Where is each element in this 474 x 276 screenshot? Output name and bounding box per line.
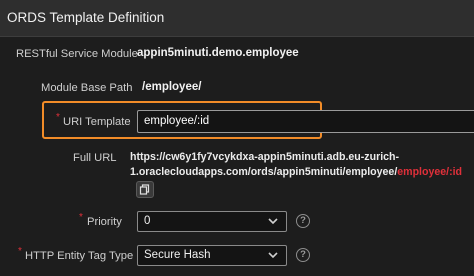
full-url-line-1: https://cw6y1fy7vcykdxa-appin5minuti.adb…	[130, 151, 400, 163]
full-url-line-2-template: employee/:id	[397, 166, 463, 178]
full-url-label: Full URL	[73, 152, 117, 164]
full-url-line-2-main: 1.oraclecloudapps.com/ords/appin5minuti/…	[130, 166, 398, 178]
uri-template-label: URI Template	[63, 116, 131, 128]
http-entity-tag-type-help-icon[interactable]: ?	[296, 248, 310, 262]
priority-label: Priority	[87, 216, 122, 228]
http-entity-tag-type-select-value: Secure Hash	[144, 249, 211, 261]
full-url-value: https://cw6y1fy7vcykdxa-appin5minuti.adb…	[130, 150, 462, 180]
priority-help-icon[interactable]: ?	[296, 214, 310, 228]
restful-service-module-value: appin5minuti.demo.employee	[137, 47, 299, 59]
priority-select-value: 0	[144, 215, 151, 227]
restful-service-module-label: RESTful Service Module	[16, 48, 138, 60]
chevron-down-icon	[268, 252, 278, 259]
priority-required-marker: *	[79, 212, 83, 223]
region-title: ORDS Template Definition	[7, 10, 165, 25]
region-header: ORDS Template Definition	[0, 0, 474, 37]
module-base-path-value: /employee/	[142, 81, 202, 93]
priority-select[interactable]: 0	[137, 211, 287, 232]
http-entity-tag-type-label: HTTP Entity Tag Type	[25, 250, 134, 262]
module-base-path-label: Module Base Path	[41, 82, 133, 94]
uri-template-required-marker: *	[56, 112, 60, 123]
uri-template-input-value: employee/:id	[144, 115, 210, 127]
http-entity-tag-type-select[interactable]: Secure Hash	[137, 245, 287, 266]
copy-icon	[139, 184, 150, 195]
copy-url-button[interactable]	[136, 181, 154, 198]
chevron-down-icon	[268, 218, 278, 225]
http-entity-tag-type-required-marker: *	[18, 246, 22, 257]
uri-template-input[interactable]: employee/:id	[137, 110, 474, 133]
full-url-line-2: 1.oraclecloudapps.com/ords/appin5minuti/…	[130, 165, 462, 180]
